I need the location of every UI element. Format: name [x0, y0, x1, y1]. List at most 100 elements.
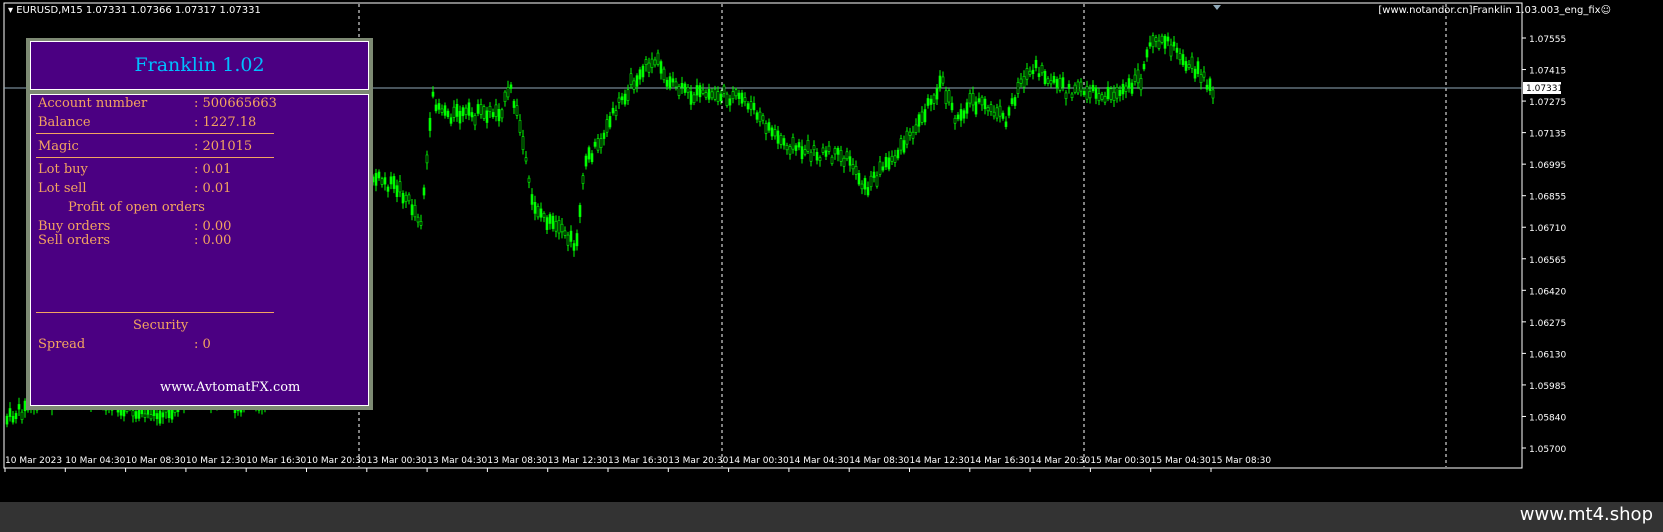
time-label: 10 Mar 2023: [5, 456, 62, 466]
candle-body: [386, 186, 390, 192]
candle-body: [779, 135, 783, 145]
price-label: 1.06420: [1529, 287, 1566, 297]
candle-body: [845, 151, 849, 160]
candle-body: [989, 104, 993, 112]
candle-body: [155, 413, 159, 420]
candle-body: [1013, 97, 1017, 106]
candle-body: [893, 155, 897, 163]
time-label: 13 Mar 20:30: [668, 456, 728, 466]
candle-body: [701, 89, 705, 94]
price-label: 1.07135: [1529, 130, 1566, 140]
candle-body: [563, 230, 567, 236]
candle-body: [1076, 81, 1080, 94]
candle-body: [425, 154, 429, 164]
candle-body: [629, 73, 633, 85]
spread-value: : 0: [194, 337, 211, 352]
candle-body: [143, 413, 147, 418]
candle-body: [650, 58, 654, 68]
candle-body: [965, 102, 969, 114]
time-label: 13 Mar 08:30: [487, 456, 547, 466]
candle-body: [692, 94, 696, 104]
candle-body: [632, 80, 636, 90]
candle-body: [1172, 41, 1176, 47]
candle-body: [923, 109, 927, 123]
price-label: 1.07415: [1529, 67, 1566, 77]
candle-body: [1115, 87, 1119, 99]
candle-body: [548, 214, 552, 224]
candle-body: [404, 194, 408, 202]
candle-body: [824, 150, 828, 157]
price-label: 1.06565: [1529, 256, 1566, 266]
candle-body: [926, 98, 930, 106]
candle-body: [149, 414, 153, 420]
candle-body: [734, 89, 738, 97]
candle-body: [599, 138, 603, 148]
candle-body: [380, 178, 384, 185]
candle-body: [8, 408, 12, 417]
candle-body: [782, 138, 786, 146]
candle-body: [1157, 40, 1161, 49]
candle-body: [788, 146, 792, 155]
candle-body: [1052, 75, 1056, 83]
candle-body: [983, 98, 987, 110]
candle-body: [1121, 83, 1125, 95]
separator: [36, 133, 274, 134]
magic-value: : 201015: [194, 139, 253, 154]
spread-label: Spread: [38, 337, 86, 352]
balance-label: Balance: [38, 115, 91, 130]
candle-body: [851, 164, 855, 170]
candle-body: [1088, 91, 1092, 99]
website-link[interactable]: www.AvtomatFX.com: [160, 380, 300, 395]
candle-body: [494, 104, 498, 117]
candle-body: [554, 221, 558, 232]
candle-body: [905, 130, 909, 145]
candle-body: [755, 112, 759, 120]
candle-body: [536, 206, 540, 218]
candle-body: [731, 91, 735, 100]
candle-body: [794, 145, 798, 151]
candle-body: [1151, 35, 1155, 48]
price-label: 1.06710: [1529, 224, 1566, 234]
candle-body: [1145, 49, 1149, 58]
candle-body: [638, 69, 642, 80]
candle-body: [860, 183, 864, 190]
price-label: 1.06855: [1529, 193, 1566, 203]
candle-body: [503, 91, 507, 102]
candle-body: [956, 114, 960, 120]
candle-body: [539, 208, 543, 218]
candle-body: [1007, 107, 1011, 116]
time-label: 14 Mar 20:30: [1030, 456, 1090, 466]
candle-body: [908, 131, 912, 136]
candle-body: [1004, 121, 1008, 127]
candle-body: [560, 223, 564, 233]
candle-body: [1022, 76, 1026, 88]
candle-body: [830, 156, 834, 164]
candle-body: [146, 409, 150, 415]
candle-body: [863, 178, 867, 190]
time-label: 10 Mar 12:30: [186, 456, 246, 466]
candle-body: [1070, 93, 1074, 98]
candle-body: [836, 147, 840, 155]
candle-body: [506, 87, 510, 98]
candle-body: [671, 78, 675, 83]
candle-body: [383, 177, 387, 185]
candle-body: [422, 187, 426, 196]
candle-body: [593, 141, 597, 147]
candle-body: [20, 411, 24, 420]
lot-sell-label: Lot sell: [38, 181, 87, 196]
candle-body: [716, 91, 720, 102]
candle-body: [767, 122, 771, 131]
candle-body: [1118, 89, 1122, 96]
candle-body: [944, 90, 948, 105]
candle-body: [695, 85, 699, 96]
candle-body: [737, 92, 741, 99]
lot-buy-label: Lot buy: [38, 162, 88, 177]
candle-body: [1193, 68, 1197, 79]
candle-body: [521, 136, 525, 150]
candle-body: [1139, 78, 1143, 91]
candle-body: [1196, 61, 1200, 74]
candle-body: [809, 151, 813, 162]
candle-body: [419, 221, 423, 226]
candle-body: [740, 92, 744, 104]
candle-body: [1142, 63, 1146, 70]
